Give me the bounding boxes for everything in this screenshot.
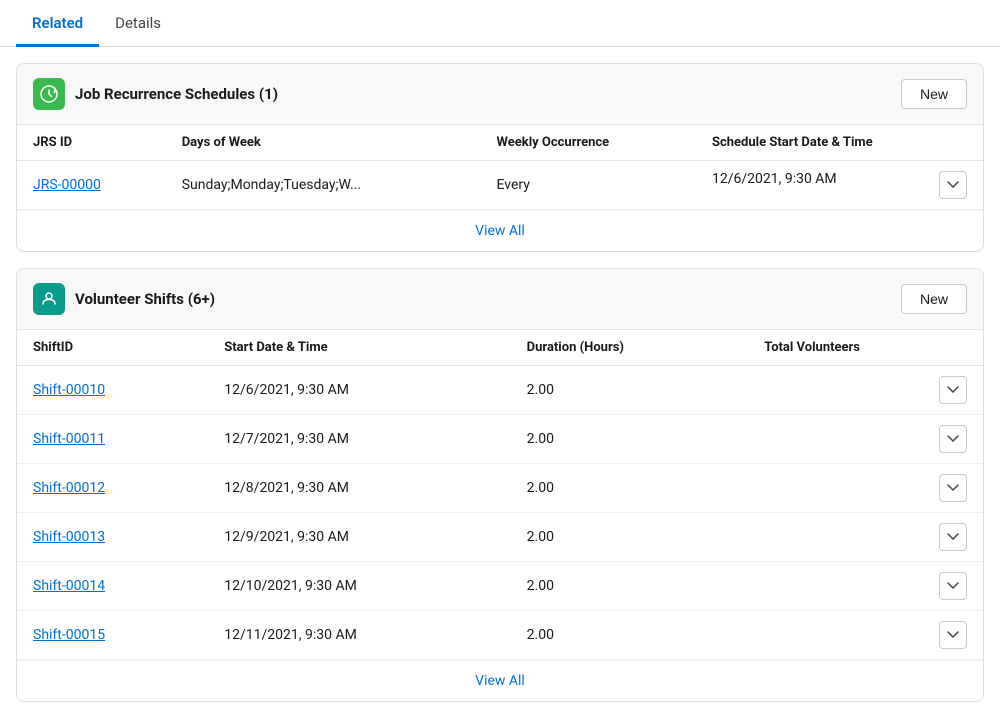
shift-id-link[interactable]: Shift-00010 [33, 382, 105, 398]
duration-cell: 2.00 [511, 366, 749, 415]
total-volunteers-cell [748, 513, 983, 562]
volunteer-shifts-title: Volunteer Shifts (6+) [75, 290, 215, 308]
start-date-cell: 12/8/2021, 9:30 AM [208, 464, 510, 513]
shift-id-link[interactable]: Shift-00015 [33, 627, 105, 643]
volunteer-shifts-card: Volunteer Shifts (6+) New ShiftID Start … [16, 268, 984, 702]
col-total-volunteers: Total Volunteers [748, 330, 983, 366]
table-row: Shift-00012 12/8/2021, 9:30 AM 2.00 [17, 464, 983, 513]
weekly-occurrence-cell: Every [481, 161, 696, 210]
total-volunteers-cell [748, 464, 983, 513]
duration-cell: 2.00 [511, 513, 749, 562]
job-recurrence-new-button[interactable]: New [901, 79, 967, 109]
col-days-of-week: Days of Week [166, 125, 481, 161]
col-schedule-start: Schedule Start Date & Time [696, 125, 983, 161]
duration-cell: 2.00 [511, 611, 749, 660]
tab-details[interactable]: Details [99, 0, 177, 47]
recurrence-icon [33, 78, 65, 110]
row-dropdown-button[interactable] [939, 425, 967, 453]
table-row: Shift-00015 12/11/2021, 9:30 AM 2.00 [17, 611, 983, 660]
shift-id-cell: Shift-00014 [17, 562, 208, 611]
shift-id-link[interactable]: Shift-00014 [33, 578, 105, 594]
col-duration: Duration (Hours) [511, 330, 749, 366]
total-volunteers-cell [748, 415, 983, 464]
schedule-start-cell: 12/6/2021, 9:30 AM [696, 161, 983, 210]
volunteer-shifts-view-all-row: View All [17, 660, 983, 701]
days-of-week-cell: Sunday;Monday;Tuesday;W... [166, 161, 481, 210]
job-recurrence-view-all-row: View All [17, 210, 983, 251]
table-row: Shift-00014 12/10/2021, 9:30 AM 2.00 [17, 562, 983, 611]
duration-cell: 2.00 [511, 415, 749, 464]
start-date-cell: 12/11/2021, 9:30 AM [208, 611, 510, 660]
table-row: Shift-00010 12/6/2021, 9:30 AM 2.00 [17, 366, 983, 415]
start-date-cell: 12/10/2021, 9:30 AM [208, 562, 510, 611]
row-dropdown-button[interactable] [939, 171, 967, 199]
row-dropdown-button[interactable] [939, 621, 967, 649]
col-shift-id: ShiftID [17, 330, 208, 366]
row-dropdown-button[interactable] [939, 523, 967, 551]
total-volunteers-cell [748, 611, 983, 660]
shift-id-cell: Shift-00010 [17, 366, 208, 415]
shift-id-link[interactable]: Shift-00013 [33, 529, 105, 545]
shift-id-link[interactable]: Shift-00012 [33, 480, 105, 496]
job-recurrence-table: JRS ID Days of Week Weekly Occurrence Sc… [17, 125, 983, 210]
shift-id-link[interactable]: Shift-00011 [33, 431, 105, 447]
start-date-cell: 12/7/2021, 9:30 AM [208, 415, 510, 464]
tab-related[interactable]: Related [16, 0, 99, 47]
volunteer-shifts-header: Volunteer Shifts (6+) New [17, 269, 983, 330]
job-recurrence-header: Job Recurrence Schedules (1) New [17, 64, 983, 125]
jrs-id-link[interactable]: JRS-00000 [33, 177, 101, 193]
volunteer-shifts-table: ShiftID Start Date & Time Duration (Hour… [17, 330, 983, 660]
job-recurrence-view-all-link[interactable]: View All [475, 223, 525, 239]
jrs-id-cell: JRS-00000 [17, 161, 166, 210]
volunteer-shifts-new-button[interactable]: New [901, 284, 967, 314]
shift-id-cell: Shift-00011 [17, 415, 208, 464]
row-dropdown-button[interactable] [939, 474, 967, 502]
start-date-cell: 12/9/2021, 9:30 AM [208, 513, 510, 562]
row-dropdown-button[interactable] [939, 376, 967, 404]
table-row: Shift-00013 12/9/2021, 9:30 AM 2.00 [17, 513, 983, 562]
duration-cell: 2.00 [511, 464, 749, 513]
total-volunteers-cell [748, 562, 983, 611]
job-recurrence-card: Job Recurrence Schedules (1) New JRS ID … [16, 63, 984, 252]
start-date-cell: 12/6/2021, 9:30 AM [208, 366, 510, 415]
shift-id-cell: Shift-00015 [17, 611, 208, 660]
row-dropdown-button[interactable] [939, 572, 967, 600]
job-recurrence-title: Job Recurrence Schedules (1) [75, 85, 278, 103]
col-jrs-id: JRS ID [17, 125, 166, 161]
shift-id-cell: Shift-00013 [17, 513, 208, 562]
main-content: Job Recurrence Schedules (1) New JRS ID … [0, 47, 1000, 718]
table-row: Shift-00011 12/7/2021, 9:30 AM 2.00 [17, 415, 983, 464]
tabs-container: Related Details [0, 0, 1000, 47]
shift-id-cell: Shift-00012 [17, 464, 208, 513]
duration-cell: 2.00 [511, 562, 749, 611]
table-row: JRS-00000 Sunday;Monday;Tuesday;W... Eve… [17, 161, 983, 210]
volunteer-shifts-view-all-link[interactable]: View All [475, 673, 525, 689]
volunteer-icon [33, 283, 65, 315]
total-volunteers-cell [748, 366, 983, 415]
col-start-date: Start Date & Time [208, 330, 510, 366]
col-weekly-occurrence: Weekly Occurrence [481, 125, 696, 161]
